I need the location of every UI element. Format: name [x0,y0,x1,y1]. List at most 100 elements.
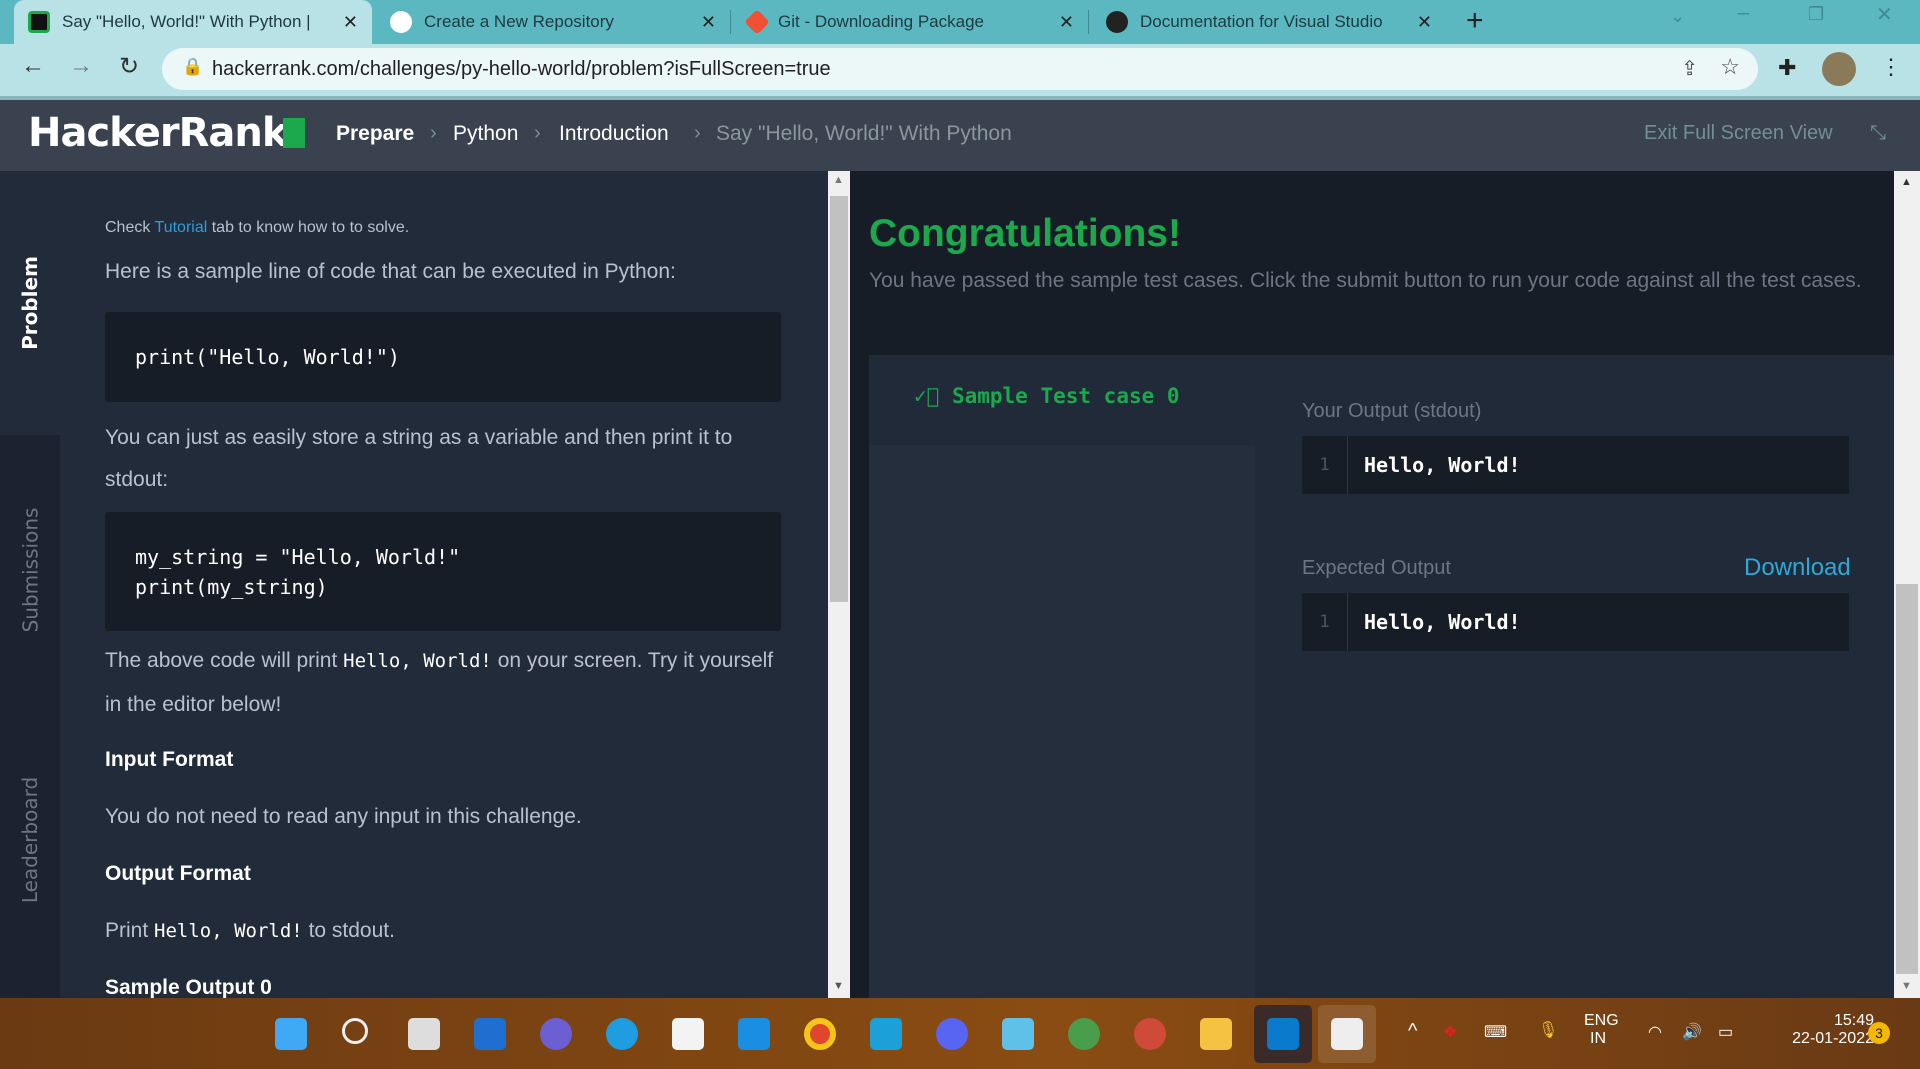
start-icon[interactable] [275,1018,307,1050]
collapse-icon[interactable]: ⤡ [1870,122,1886,145]
file-explorer-icon[interactable] [1200,1018,1232,1050]
download-link[interactable]: Download [1744,554,1851,582]
keyboard-icon[interactable]: ⌨ [1484,1022,1507,1042]
your-output-box: 1 Hello, World! [1302,436,1849,494]
sample-output-heading: Sample Output 0 [105,976,272,999]
vscode-icon[interactable] [1267,1018,1299,1050]
teams-chat-icon[interactable] [540,1018,572,1050]
tab-vscode-docs[interactable]: Documentation for Visual Studio ✕ [1092,0,1446,44]
hackerrank-icon [28,11,50,33]
discord-icon[interactable] [936,1018,968,1050]
wifi-icon[interactable]: ◠ [1648,1022,1662,1042]
expected-output-box: 1 Hello, World! [1302,593,1849,651]
test-case-label: Sample Test case 0 [951,384,1180,408]
close-tab-icon[interactable]: ✕ [1417,12,1432,33]
share-icon[interactable]: ⇪ [1681,56,1698,81]
tab-label: Submissions [18,507,42,633]
tab-divider [730,10,731,34]
tab-search-icon[interactable]: ⌄ [1670,6,1685,27]
close-window-icon[interactable]: ✕ [1876,2,1893,27]
tab-title: Documentation for Visual Studio [1140,12,1383,31]
hackerrank-logo[interactable]: HackerRank [28,110,288,156]
hint-text: tab to know how to to solve. [207,219,410,236]
extensions-icon[interactable]: ✚ [1778,55,1796,81]
tab-git[interactable]: Git - Downloading Package ✕ [734,0,1088,44]
scrollbar-thumb[interactable] [830,196,848,602]
sidebar-tab-submissions[interactable]: Submissions [0,435,60,705]
globe-icon [1106,11,1128,33]
snipping-tool-icon[interactable] [1331,1018,1363,1050]
chrome-profile-icon[interactable] [1134,1018,1166,1050]
text: Print [105,919,155,942]
profile-avatar[interactable] [1822,52,1856,86]
close-tab-icon[interactable]: ✕ [1059,12,1074,33]
exit-fullscreen-link[interactable]: Exit Full Screen View [1644,122,1833,145]
congratulations-title: Congratulations! [869,212,1181,255]
close-tab-icon[interactable]: ✕ [701,12,716,33]
inline-code: Hello, World! [154,920,303,942]
paragraph: You do not need to read any input in thi… [105,805,582,828]
notification-badge[interactable]: 3 [1868,1022,1890,1044]
menu-icon[interactable]: ⋮ [1880,54,1902,80]
mail-icon[interactable] [738,1018,770,1050]
widgets-icon[interactable] [474,1018,506,1050]
text: to stdout. [302,919,395,942]
desktop-icon[interactable] [870,1018,902,1050]
new-tab-button[interactable]: + [1466,4,1484,38]
reload-icon[interactable]: ↻ [112,52,146,81]
sidebar-tab-problem[interactable]: Problem [0,171,60,435]
edge-icon[interactable] [606,1018,638,1050]
region: IN [1590,1030,1606,1047]
minimize-icon[interactable]: – [1738,2,1749,25]
test-case-tab[interactable]: ✓⃝ Sample Test case 0 [914,384,1180,408]
back-icon[interactable]: ← [16,52,50,80]
logo-mark [283,118,305,148]
scroll-down-icon[interactable]: ▼ [833,980,844,992]
microphone-icon[interactable]: 🎙 [1538,1020,1558,1040]
paragraph: The above code will print Hello, World! … [105,639,781,726]
code-line: my_string = "Hello, World!" [135,545,461,569]
line-number: 1 [1302,593,1348,651]
address-bar[interactable]: 🔒 hackerrank.com/challenges/py-hello-wor… [162,48,1758,90]
code-block: my_string = "Hello, World!" print(my_str… [105,512,781,631]
sidebar-tab-leaderboard[interactable]: Leaderboard [0,705,60,975]
check-circle-icon: ✓⃝ [914,384,940,408]
dropbox-icon[interactable]: ❖ [1443,1022,1457,1042]
paragraph: Here is a sample line of code that can b… [105,260,676,283]
notepad-icon[interactable] [1002,1018,1034,1050]
breadcrumb-separator: › [430,122,437,144]
tray-overflow-icon[interactable]: ^ [1408,1020,1417,1043]
chrome-icon[interactable] [804,1018,836,1050]
bookmark-star-icon[interactable]: ☆ [1720,54,1740,80]
search-icon[interactable] [342,1018,368,1044]
breadcrumb-separator: › [694,122,701,144]
close-tab-icon[interactable]: ✕ [343,12,358,33]
code-line: print(my_string) [135,575,328,599]
scroll-down-icon[interactable]: ▼ [1901,980,1912,992]
tab-github[interactable]: Create a New Repository ✕ [376,0,730,44]
tab-divider [1088,10,1089,34]
output-format-heading: Output Format [105,862,251,885]
volume-icon[interactable]: 🔊 [1682,1022,1702,1042]
tutorial-link[interactable]: Tutorial [155,219,208,236]
input-format-heading: Input Format [105,748,234,771]
breadcrumb-introduction[interactable]: Introduction [559,122,669,146]
breadcrumb-python[interactable]: Python [453,122,518,146]
scroll-up-icon[interactable]: ▲ [1901,176,1912,188]
tab-hackerrank[interactable]: Say "Hello, World!" With Python | ✕ [14,0,372,44]
chrome-profile-icon[interactable] [1068,1018,1100,1050]
breadcrumb-prepare[interactable]: Prepare [336,122,414,146]
clock[interactable]: 15:49 22-01-2022 [1764,1012,1874,1048]
restore-icon[interactable]: ❐ [1808,4,1824,25]
text: The above code will print [105,649,344,672]
store-icon[interactable] [672,1018,704,1050]
github-icon [390,11,412,33]
task-view-icon[interactable] [408,1018,440,1050]
scroll-up-icon[interactable]: ▲ [833,174,844,186]
language-indicator[interactable]: ENG IN [1584,1012,1619,1048]
forward-icon[interactable]: → [64,52,98,80]
paragraph: You can just as easily store a string as… [105,426,733,491]
scrollbar-thumb[interactable] [1896,584,1918,974]
tutorial-hint: Check Tutorial tab to know how to to sol… [105,219,409,237]
battery-icon[interactable]: ▭ [1718,1022,1733,1042]
